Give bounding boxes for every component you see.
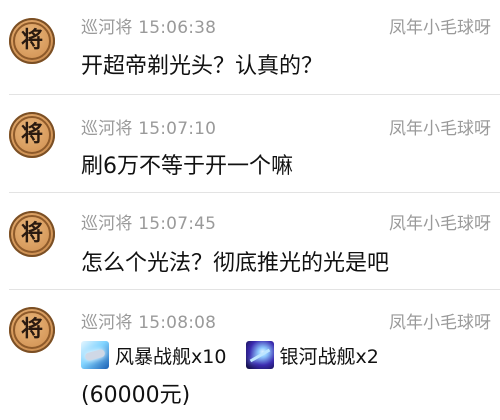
receiver-name[interactable]: 凤年小毛球呀 <box>389 308 491 333</box>
message-time: 15:08:08 <box>138 313 217 333</box>
gift-label: 风暴战舰x10 <box>115 345 227 368</box>
chat-message: 将 巡河将 15:08:08 凤年小毛球呀 风暴战舰x10 银河战舰x2 (60… <box>0 290 500 420</box>
receiver-name[interactable]: 凤年小毛球呀 <box>389 13 491 38</box>
receiver-name[interactable]: 凤年小毛球呀 <box>389 209 491 234</box>
gift-label: 银河战舰x2 <box>279 345 379 368</box>
avatar[interactable]: 将 <box>9 18 55 64</box>
sender-name[interactable]: 巡河将 <box>81 313 133 333</box>
avatar[interactable]: 将 <box>9 112 55 158</box>
message-text: 刷6万不等于开一个嘛 <box>81 154 293 179</box>
sender-name[interactable]: 巡河将 <box>81 214 133 234</box>
chat-message: 将 巡河将 15:07:10 凤年小毛球呀 刷6万不等于开一个嘛 <box>0 95 500 193</box>
gift-price: (60000元) <box>81 383 191 408</box>
avatar-char: 将 <box>20 317 43 342</box>
sender-line: 巡河将 15:06:38 <box>81 13 216 38</box>
avatar-char: 将 <box>20 28 43 53</box>
chat-message: 将 巡河将 15:07:45 凤年小毛球呀 怎么个光法？彻底推光的光是吧 <box>0 193 500 290</box>
message-text: 怎么个光法？彻底推光的光是吧 <box>81 251 390 276</box>
sender-line: 巡河将 15:07:45 <box>81 209 216 234</box>
chat-message: 将 巡河将 15:06:38 凤年小毛球呀 开超帝剃光头？认真的？ <box>0 0 500 95</box>
sender-name[interactable]: 巡河将 <box>81 119 133 139</box>
gift-row: 风暴战舰x10 银河战舰x2 <box>81 341 393 369</box>
galaxy-battleship-icon <box>245 341 274 369</box>
sender-line: 巡河将 15:08:08 <box>81 308 216 333</box>
avatar[interactable]: 将 <box>9 211 55 257</box>
gift-item[interactable]: 风暴战舰x10 <box>81 341 226 369</box>
message-time: 15:07:10 <box>138 119 217 139</box>
message-time: 15:06:38 <box>138 18 217 38</box>
gift-item[interactable]: 银河战舰x2 <box>245 341 379 369</box>
avatar-char: 将 <box>20 122 43 147</box>
avatar[interactable]: 将 <box>9 307 55 353</box>
receiver-name[interactable]: 凤年小毛球呀 <box>389 114 491 139</box>
message-text: 开超帝剃光头？认真的？ <box>81 54 324 79</box>
avatar-char: 将 <box>20 221 43 246</box>
storm-battleship-icon <box>81 341 109 369</box>
sender-line: 巡河将 15:07:10 <box>81 114 216 139</box>
message-time: 15:07:45 <box>138 214 217 234</box>
sender-name[interactable]: 巡河将 <box>81 18 133 38</box>
